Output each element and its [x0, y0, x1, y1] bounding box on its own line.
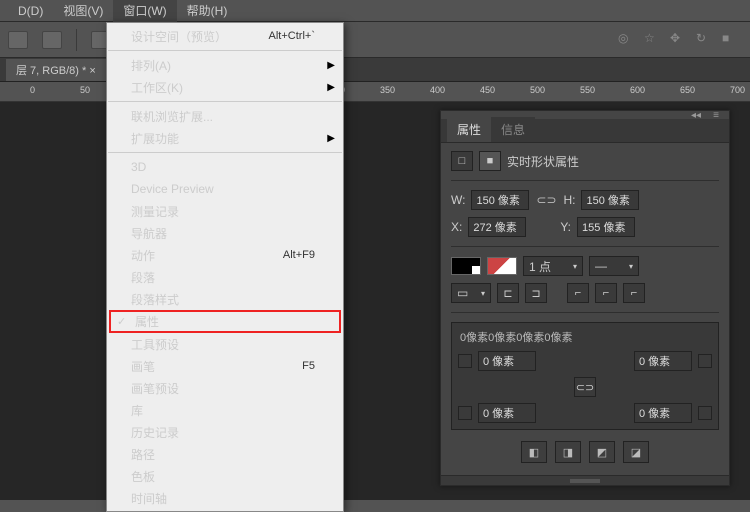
opt-icon-1[interactable]: ◎ — [618, 31, 638, 49]
separator — [108, 152, 342, 153]
shape-type-row: □ ■ 实时形状属性 — [451, 151, 719, 171]
x-label: X: — [451, 220, 462, 234]
menu-paragraph-styles[interactable]: 段落样式 — [107, 288, 343, 310]
menu-3d[interactable]: 3D — [107, 156, 343, 178]
join-icon[interactable]: ⌐ — [567, 283, 589, 303]
corner-summary: 0像素0像素0像素0像素 — [458, 329, 712, 345]
menu-icon[interactable]: ≡ — [707, 112, 725, 118]
join-icon-2[interactable]: ⌐ — [595, 283, 617, 303]
menu-history[interactable]: 历史记录 — [107, 421, 343, 443]
corner-tr[interactable]: 0 像素 — [634, 351, 692, 371]
divider — [451, 312, 719, 313]
menu-tool-presets[interactable]: 工具预设 — [107, 333, 343, 355]
tab-info[interactable]: 信息 — [491, 117, 535, 142]
divider — [451, 180, 719, 181]
menu-library[interactable]: 库 — [107, 399, 343, 421]
corner-br-toggle[interactable] — [698, 406, 712, 420]
properties-panel: ◂◂ ≡ 属性 信息 □ ■ 实时形状属性 W: 150 像素 ⊂⊃ H: 15… — [440, 110, 730, 486]
opt-icon-3[interactable]: ✥ — [670, 31, 690, 49]
link-wh-icon[interactable]: ⊂⊃ — [535, 190, 557, 210]
combine-icon[interactable]: ◧ — [521, 441, 547, 463]
exclude-icon[interactable]: ◪ — [623, 441, 649, 463]
shape-mask-icon[interactable]: ■ — [479, 151, 501, 171]
x-field[interactable]: 272 像素 — [468, 217, 526, 237]
corner-br[interactable]: 0 像素 — [634, 403, 692, 423]
menu-brush-presets[interactable]: 画笔预设 — [107, 377, 343, 399]
subtract-icon[interactable]: ◨ — [555, 441, 581, 463]
divider — [451, 246, 719, 247]
cap-icon[interactable]: ⊏ — [497, 283, 519, 303]
stroke-style[interactable]: —▾ — [589, 256, 639, 276]
panel-footer[interactable] — [441, 475, 729, 485]
menu-actions[interactable]: 动作Alt+F9 — [107, 244, 343, 266]
shape-title: 实时形状属性 — [507, 153, 579, 170]
menu-properties[interactable]: ✓属性 — [109, 310, 341, 333]
width-field[interactable]: 150 像素 — [471, 190, 529, 210]
w-label: W: — [451, 193, 465, 207]
opt-icon-4[interactable]: ↻ — [696, 31, 716, 49]
tab-properties[interactable]: 属性 — [447, 117, 491, 142]
corner-tl[interactable]: 0 像素 — [478, 351, 536, 371]
menu-d[interactable]: D(D) — [8, 1, 53, 21]
intersect-icon[interactable]: ◩ — [589, 441, 615, 463]
opt-icon-2[interactable]: ☆ — [644, 31, 664, 49]
menubar: D(D) 视图(V) 窗口(W) 帮助(H) — [0, 0, 750, 22]
y-label: Y: — [560, 220, 571, 234]
y-field[interactable]: 155 像素 — [577, 217, 635, 237]
menu-help[interactable]: 帮助(H) — [177, 0, 238, 22]
separator — [108, 101, 342, 102]
corner-bl[interactable]: 0 像素 — [478, 403, 536, 423]
menu-timeline[interactable]: 时间轴 — [107, 487, 343, 509]
cap-icon-2[interactable]: ⊐ — [525, 283, 547, 303]
align-stroke[interactable]: ▭▾ — [451, 283, 491, 303]
pathfinder-row: ◧ ◨ ◩ ◪ — [451, 437, 719, 467]
menu-measure[interactable]: 测量记录 — [107, 200, 343, 222]
separator — [76, 29, 77, 51]
corner-bl-toggle[interactable] — [458, 406, 472, 420]
menu-view[interactable]: 视图(V) — [53, 0, 113, 22]
collapse-icon[interactable]: ◂◂ — [687, 112, 705, 118]
tool-icon-1[interactable] — [8, 31, 28, 49]
doc-tab[interactable]: 层 7, RGB/8) * × — [6, 59, 106, 81]
menu-workspace[interactable]: 工作区(K)▶ — [107, 76, 343, 98]
menu-design-space[interactable]: 设计空间（预览）Alt+Ctrl+` — [107, 25, 343, 47]
separator — [108, 50, 342, 51]
link-corners-icon[interactable]: ⊂⊃ — [574, 377, 596, 397]
menu-extensions[interactable]: 扩展功能▶ — [107, 127, 343, 149]
menu-brushes[interactable]: 画笔F5 — [107, 355, 343, 377]
stroke-swatch[interactable] — [487, 257, 517, 275]
corner-radius-group: 0像素0像素0像素0像素 0 像素 0 像素 ⊂⊃ 0 像素 0 像素 — [451, 322, 719, 430]
panel-tabs: 属性 信息 — [441, 119, 729, 143]
join-icon-3[interactable]: ⌐ — [623, 283, 645, 303]
menu-window[interactable]: 窗口(W) — [113, 0, 176, 22]
h-label: H: — [563, 193, 575, 207]
menu-paths[interactable]: 路径 — [107, 443, 343, 465]
opt-icon-5[interactable]: ■ — [722, 31, 742, 49]
menu-swatches[interactable]: 色板 — [107, 465, 343, 487]
tool-icon-2[interactable] — [42, 31, 62, 49]
fill-swatch[interactable] — [451, 257, 481, 275]
window-menu-dropdown: 设计空间（预览）Alt+Ctrl+` 排列(A)▶ 工作区(K)▶ 联机浏览扩展… — [106, 22, 344, 512]
height-field[interactable]: 150 像素 — [581, 190, 639, 210]
corner-tl-toggle[interactable] — [458, 354, 472, 368]
menu-arrange[interactable]: 排列(A)▶ — [107, 54, 343, 76]
menu-device-preview[interactable]: Device Preview — [107, 178, 343, 200]
menu-paragraph[interactable]: 段落 — [107, 266, 343, 288]
corner-tr-toggle[interactable] — [698, 354, 712, 368]
stroke-width[interactable]: 1 点▾ — [523, 256, 583, 276]
shape-bounds-icon[interactable]: □ — [451, 151, 473, 171]
menu-navigator[interactable]: 导航器 — [107, 222, 343, 244]
menu-browse-ext[interactable]: 联机浏览扩展... — [107, 105, 343, 127]
